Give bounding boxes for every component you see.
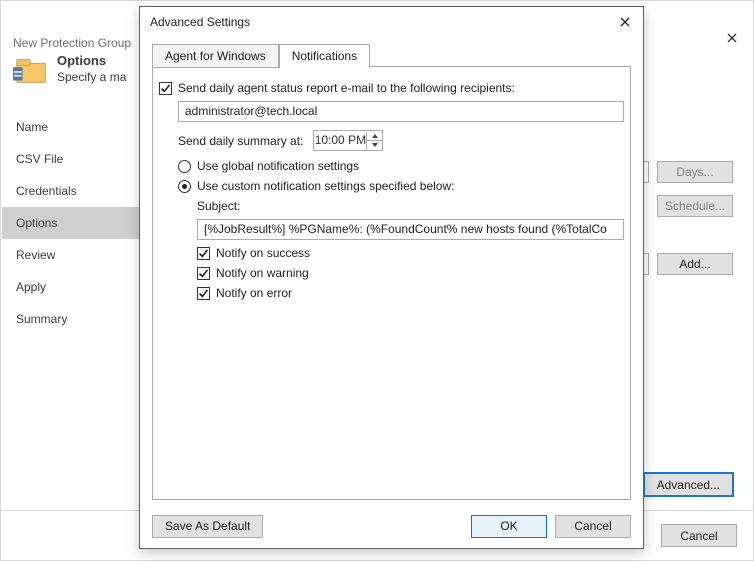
notify-error-row: Notify on error xyxy=(197,286,624,300)
radio-custom-label: Use custom notification settings specifi… xyxy=(197,179,454,193)
send-daily-row: Send daily agent status report e-mail to… xyxy=(159,81,624,95)
notify-warning-checkbox[interactable] xyxy=(197,267,210,280)
nav-item-review[interactable]: Review xyxy=(2,239,141,271)
dialog-titlebar: Advanced Settings xyxy=(140,7,643,37)
summary-time-input[interactable]: 10:00 PM xyxy=(313,130,383,151)
subject-label: Subject: xyxy=(197,199,240,213)
radio-global[interactable] xyxy=(178,160,191,173)
notify-error-checkbox[interactable] xyxy=(197,287,210,300)
advanced-button[interactable]: Advanced... xyxy=(644,473,733,496)
tab-agent-for-windows[interactable]: Agent for Windows xyxy=(152,44,279,68)
tab-spacer xyxy=(370,44,631,67)
notify-warning-row: Notify on warning xyxy=(197,266,624,280)
nav-item-csvfile[interactable]: CSV File xyxy=(2,143,141,175)
summary-time-value: 10:00 PM xyxy=(314,131,366,150)
recipients-input[interactable]: administrator@tech.local xyxy=(178,101,624,122)
radio-global-row: Use global notification settings xyxy=(178,159,624,173)
spinner-up[interactable] xyxy=(367,132,382,141)
nav-item-credentials[interactable]: Credentials xyxy=(2,175,141,207)
wizard-side-nav: Name CSV File Credentials Options Review… xyxy=(2,111,141,504)
wizard-heading: Options xyxy=(57,53,126,69)
dialog-footer: Save As Default OK Cancel xyxy=(140,504,643,548)
add-button[interactable]: Add... xyxy=(657,253,733,275)
wizard-title: New Protection Group xyxy=(13,36,131,50)
wizard-header-texts: Options Specify a ma xyxy=(57,53,126,85)
dialog-title: Advanced Settings xyxy=(150,15,250,29)
send-daily-checkbox[interactable] xyxy=(159,82,172,95)
radio-global-label: Use global notification settings xyxy=(197,159,359,173)
summary-time-label: Send daily summary at: xyxy=(178,134,303,148)
recipients-row: administrator@tech.local xyxy=(178,101,624,122)
notify-success-label: Notify on success xyxy=(216,246,310,260)
notify-success-row: Notify on success xyxy=(197,246,624,260)
dialog-tabs: Agent for Windows Notifications xyxy=(152,43,631,67)
subject-label-row: Subject: xyxy=(197,199,624,213)
notify-warning-label: Notify on warning xyxy=(216,266,309,280)
time-spinner[interactable] xyxy=(366,132,382,150)
radio-custom[interactable] xyxy=(178,180,191,193)
nav-item-apply[interactable]: Apply xyxy=(2,271,141,303)
wizard-close-button[interactable] xyxy=(721,27,743,49)
notify-error-label: Notify on error xyxy=(216,286,292,300)
notifications-pane: Send daily agent status report e-mail to… xyxy=(152,67,631,500)
nav-item-summary[interactable]: Summary xyxy=(2,303,141,335)
save-as-default-button[interactable]: Save As Default xyxy=(152,515,263,538)
spinner-down[interactable] xyxy=(367,141,382,150)
radio-custom-row: Use custom notification settings specifi… xyxy=(178,179,624,193)
nav-item-name[interactable]: Name xyxy=(2,111,141,143)
schedule-button[interactable]: Schedule... xyxy=(657,195,733,217)
wizard-cancel-button[interactable]: Cancel xyxy=(661,524,737,547)
dialog-cancel-button[interactable]: Cancel xyxy=(555,515,631,538)
ok-button[interactable]: OK xyxy=(471,515,547,538)
days-button[interactable]: Days... xyxy=(657,161,733,183)
tab-notifications[interactable]: Notifications xyxy=(279,44,370,68)
notify-success-checkbox[interactable] xyxy=(197,247,210,260)
dialog-close-button[interactable] xyxy=(613,13,637,31)
send-daily-label: Send daily agent status report e-mail to… xyxy=(178,81,515,95)
wizard-subheading: Specify a ma xyxy=(57,69,126,85)
summary-time-row: Send daily summary at: 10:00 PM xyxy=(178,130,624,151)
subject-input[interactable]: [%JobResult%] %PGName%: (%FoundCount% ne… xyxy=(197,219,624,240)
folder-shield-icon xyxy=(13,53,51,89)
nav-item-options[interactable]: Options xyxy=(2,207,141,239)
advanced-settings-dialog: Advanced Settings Agent for Windows Noti… xyxy=(139,6,644,549)
subject-input-row: [%JobResult%] %PGName%: (%FoundCount% ne… xyxy=(197,219,624,240)
